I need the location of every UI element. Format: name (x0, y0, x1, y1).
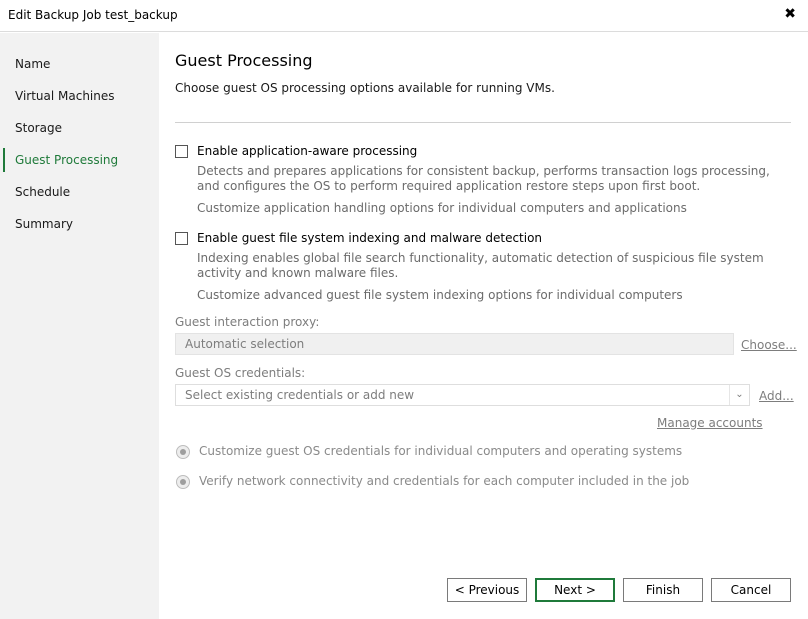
app-aware-checkbox[interactable] (175, 145, 188, 158)
chevron-down-icon[interactable]: ⌄ (729, 385, 749, 405)
main-content: Guest Processing Choose guest OS process… (159, 33, 808, 619)
indexing-description: Indexing enables global file search func… (197, 251, 764, 280)
credentials-label: Guest OS credentials: (175, 366, 306, 380)
sidebar-item-guest-processing[interactable]: Guest Processing (0, 148, 159, 172)
cancel-button[interactable]: Cancel (711, 578, 791, 602)
previous-button[interactable]: < Previous (447, 578, 527, 602)
add-credentials-link[interactable]: Add... (759, 389, 794, 403)
manage-accounts-link[interactable]: Manage accounts (657, 416, 763, 430)
credentials-select[interactable]: Select existing credentials or add new ⌄ (175, 384, 750, 406)
finish-button[interactable]: Finish (623, 578, 703, 602)
proxy-label: Guest interaction proxy: (175, 315, 320, 329)
sidebar-item-storage[interactable]: Storage (0, 116, 159, 140)
sidebar-item-summary[interactable]: Summary (0, 212, 159, 236)
sidebar-item-name[interactable]: Name (0, 52, 159, 76)
title-bar: Edit Backup Job test_backup ✖ (0, 0, 808, 32)
verify-connectivity-label: Verify network connectivity and credenti… (199, 474, 690, 488)
divider (175, 122, 791, 123)
indexing-customize-text: Customize advanced guest file system ind… (197, 288, 683, 302)
window-title: Edit Backup Job test_backup (8, 8, 178, 22)
credentials-placeholder: Select existing credentials or add new (185, 388, 415, 402)
next-button[interactable]: Next > (535, 578, 615, 602)
indexing-label[interactable]: Enable guest file system indexing and ma… (197, 231, 542, 245)
page-subtitle: Choose guest OS processing options avail… (175, 81, 555, 95)
close-icon[interactable]: ✖ (784, 6, 796, 22)
indexing-checkbox[interactable] (175, 232, 188, 245)
page-title: Guest Processing (175, 51, 313, 70)
wizard-steps-sidebar: Name Virtual Machines Storage Guest Proc… (0, 33, 159, 619)
verify-connectivity-radio[interactable] (176, 475, 190, 489)
proxy-field[interactable]: Automatic selection (175, 333, 734, 355)
app-aware-label[interactable]: Enable application-aware processing (197, 144, 417, 158)
app-aware-description: Detects and prepares applications for co… (197, 164, 770, 193)
sidebar-item-virtual-machines[interactable]: Virtual Machines (0, 84, 159, 108)
customize-credentials-radio[interactable] (176, 445, 190, 459)
app-aware-customize-text: Customize application handling options f… (197, 201, 687, 215)
choose-proxy-link[interactable]: Choose... (741, 338, 797, 352)
sidebar-item-schedule[interactable]: Schedule (0, 180, 159, 204)
customize-credentials-label: Customize guest OS credentials for indiv… (199, 444, 683, 458)
